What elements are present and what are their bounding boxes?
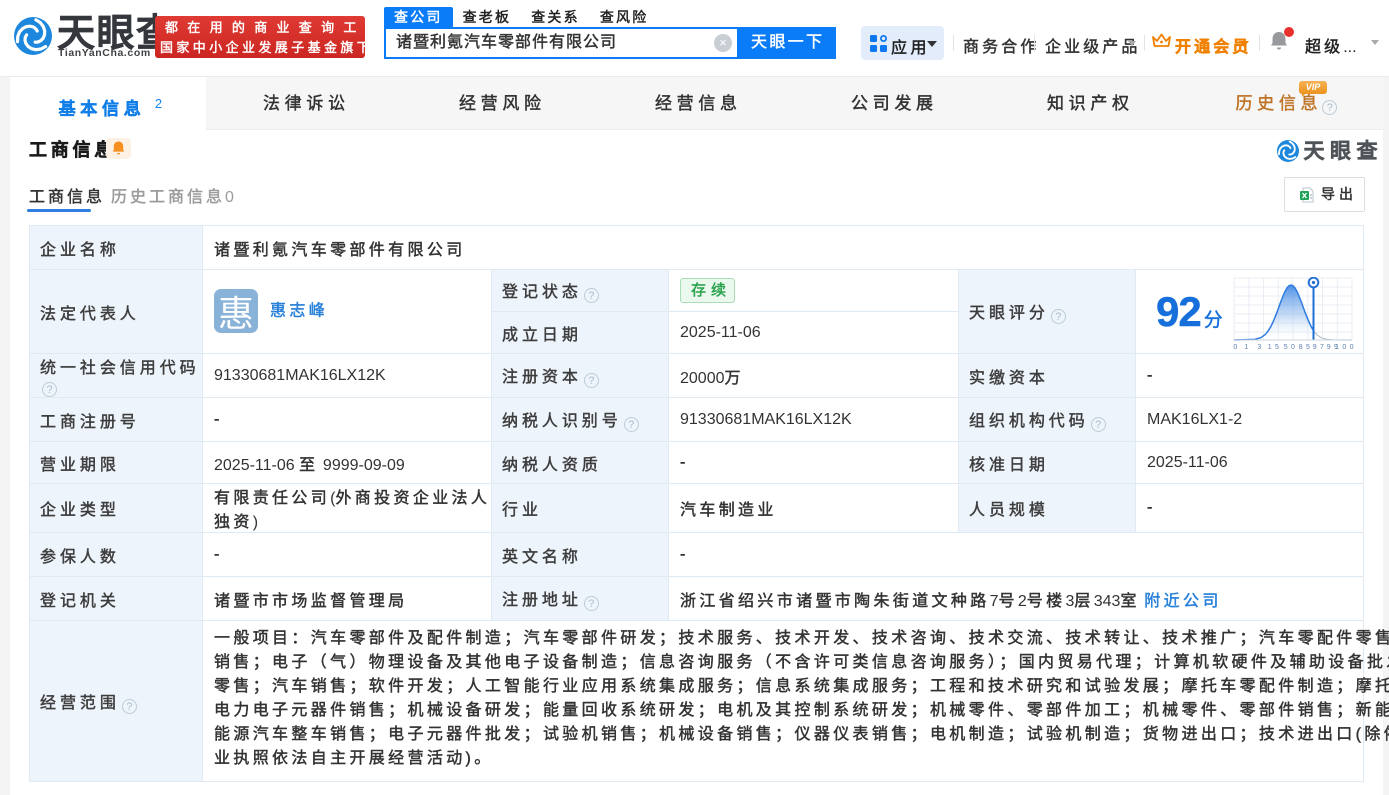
svg-text:100: 100 [1335, 344, 1354, 351]
svg-text:0: 0 [1233, 344, 1240, 351]
svg-text:1: 1 [1244, 344, 1251, 351]
svg-text:15: 15 [1268, 344, 1283, 351]
svg-text:85: 85 [1299, 344, 1314, 351]
svg-text:50: 50 [1284, 344, 1299, 351]
svg-text:3: 3 [1257, 344, 1264, 351]
svg-text:97: 97 [1313, 344, 1328, 351]
